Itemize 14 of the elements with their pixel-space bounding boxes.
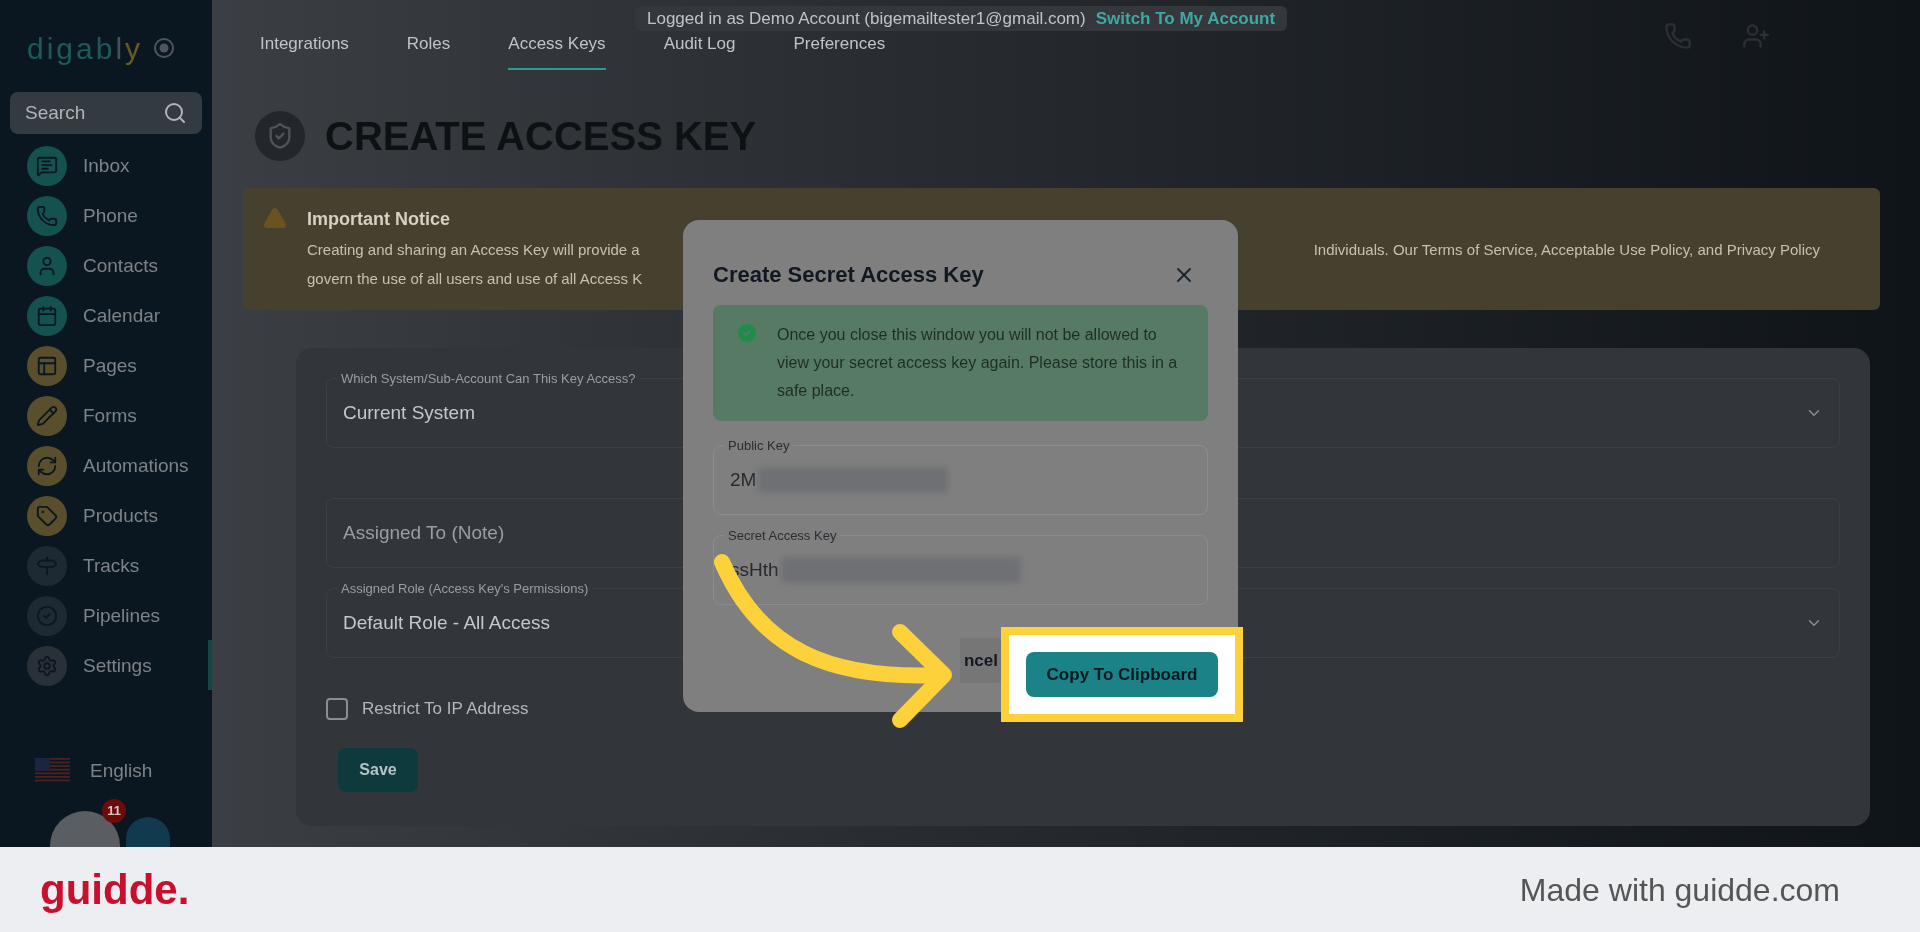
logo: digably [27,30,144,67]
modal-title: Create Secret Access Key [713,261,984,289]
key-value: 2M [730,467,757,492]
login-text: Logged in as Demo Account (bigemailtester1@gmail.com) [647,7,1086,30]
field-value: Current System [343,400,475,425]
alert-text: Once you close this window you will not be allowed to view your secret access key again. Please store this in a safe place. [777,325,1179,401]
notice-text: Individuals. Our Terms of Service, Acceptable Use Policy, and Privacy Policy [1313,240,1820,260]
notice-text: govern the use of all users and use of all Access K [307,268,643,289]
footer-tagline: Made with guidde.com [1519,870,1841,910]
brand-logo: guidde. [40,865,190,915]
notice-text: Creating and sharing an Access Key will provide a [307,240,640,260]
notification-badge: 11 [102,799,126,823]
field-value: Default Role - All Access [343,610,550,635]
notice-title: Important Notice [307,208,451,231]
